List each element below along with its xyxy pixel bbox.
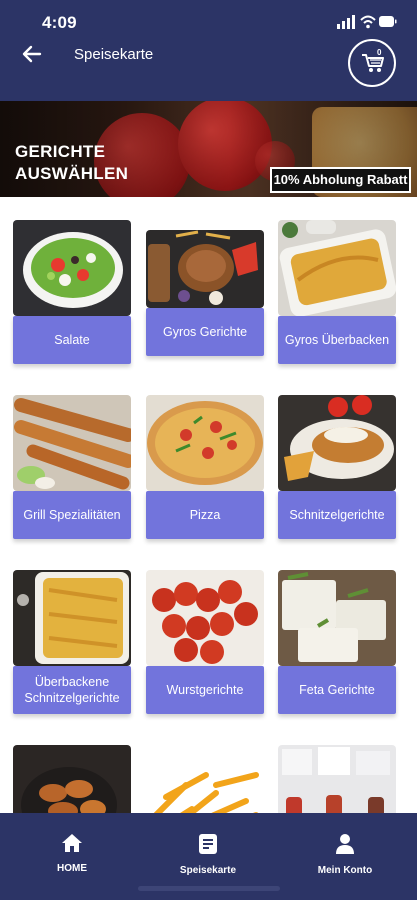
page-title: Speisekarte [74,46,154,63]
category-card-pizza[interactable]: Pizza [146,395,264,539]
back-arrow-icon [22,45,42,63]
category-card-sauces[interactable] [278,745,396,813]
nav-label: Mein Konto [317,865,373,876]
signal-icon [337,15,355,29]
category-card-wurst[interactable]: Wurstgerichte [146,570,264,714]
banner-title: GERICHTE AUSWÄHLEN [15,142,129,183]
sauces-image [278,745,396,813]
category-card-gyros-ueberbacken[interactable]: Gyros Überbacken [278,220,396,364]
category-card-ueberbackene-schnitzel[interactable]: Überbackene Schnitzelgerichte [13,570,131,714]
wifi-icon [360,15,376,29]
status-time: 4:09 [42,13,77,32]
chicken-wings-image [13,745,131,813]
category-card-feta[interactable]: Feta Gerichte [278,570,396,714]
category-card-schnitzel[interactable]: Schnitzelgerichte [278,395,396,539]
menu-icon [199,834,217,854]
category-label: Schnitzelgerichte [278,491,396,539]
account-icon [336,834,354,854]
category-card-fries[interactable] [146,745,264,813]
gyros-plate-image [146,230,264,308]
nav-speisekarte[interactable]: Speisekarte [158,833,258,876]
category-card-chicken-wings[interactable] [13,745,131,813]
nav-label: HOME [57,863,87,874]
app-header: 4:09 Speisekarte 0 [0,0,417,101]
schnitzel-image [278,395,396,491]
category-label: Überbackene Schnitzelgerichte [13,666,131,714]
cart-count-badge: 0 [377,48,382,57]
nav-home[interactable]: HOME [22,833,122,874]
sausage-image [146,570,264,666]
discount-badge: 10% Abholung Rabatt [270,167,411,193]
category-label: Gyros Überbacken [278,316,396,364]
category-label: Pizza [146,491,264,539]
baked-schnitzel-image [13,570,131,666]
fries-image [146,745,264,813]
salad-image [13,220,131,316]
category-grid: Salate Gyros Gerichte Gyros Überbacken G… [0,197,417,813]
feta-image [278,570,396,666]
grill-skewers-image [13,395,131,491]
category-card-salate[interactable]: Salate [13,220,131,364]
category-card-gyros-gerichte[interactable]: Gyros Gerichte [146,230,264,356]
nav-mein-konto[interactable]: Mein Konto [295,833,395,876]
category-label: Grill Spezialitäten [13,491,131,539]
nav-label: Speisekarte [179,865,237,876]
status-icons [337,14,397,30]
category-card-grill[interactable]: Grill Spezialitäten [13,395,131,539]
category-label: Gyros Gerichte [146,308,264,356]
category-label: Feta Gerichte [278,666,396,714]
battery-icon [379,16,397,27]
home-icon [62,834,82,852]
back-button[interactable] [20,42,44,66]
gyros-baked-image [278,220,396,316]
home-indicator [138,886,280,891]
category-label: Salate [13,316,131,364]
cart-button[interactable]: 0 [348,39,396,87]
category-label: Wurstgerichte [146,666,264,714]
pizza-image [146,395,264,491]
